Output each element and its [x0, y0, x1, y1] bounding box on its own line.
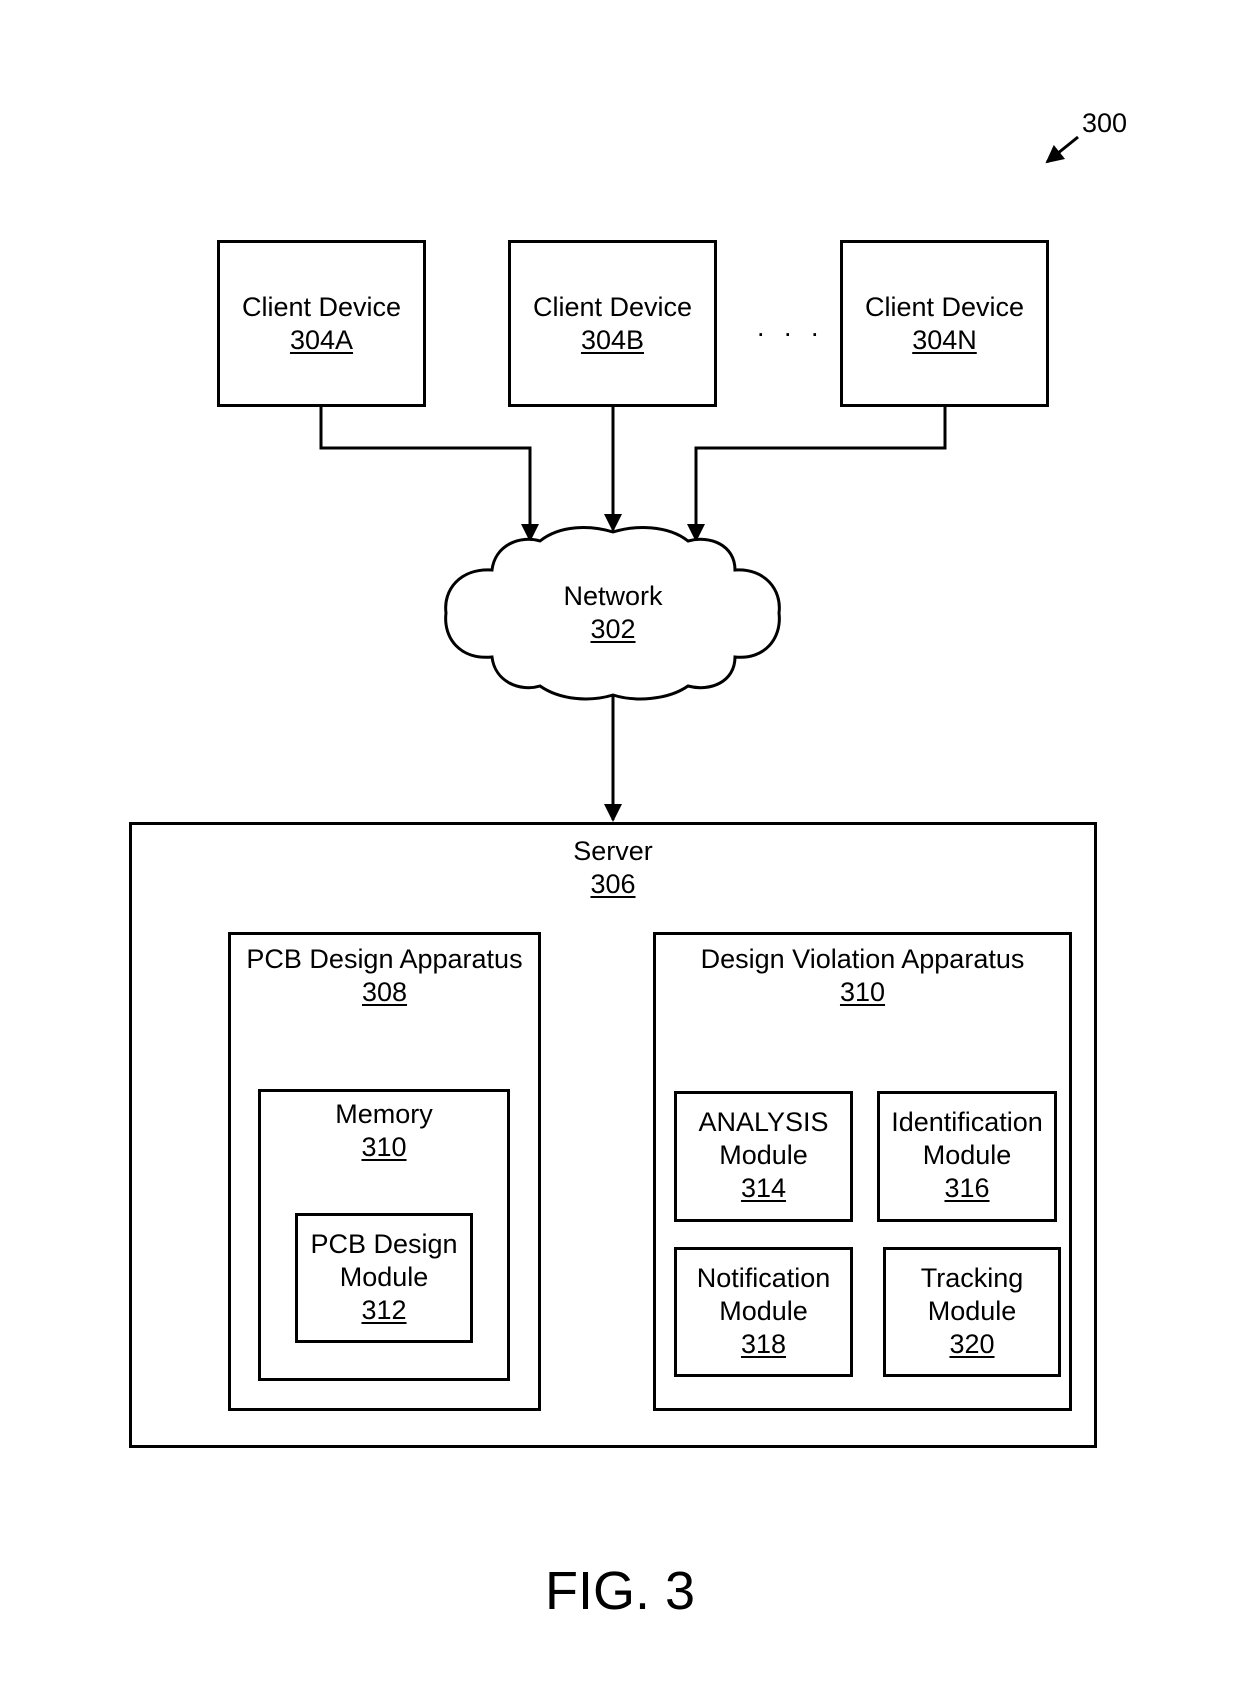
- tracking-module-ref: 320: [949, 1329, 995, 1359]
- memory-ref: 310: [361, 1132, 407, 1162]
- client-device-a: Client Device 304A: [217, 240, 426, 407]
- client-device-b: Client Device 304B: [508, 240, 717, 407]
- client-device-b-title: Client Device: [532, 292, 693, 322]
- tracking-module: Tracking Module 320: [883, 1247, 1061, 1377]
- pcb-design-module-line1: PCB Design: [310, 1229, 458, 1259]
- network-ref: 302: [590, 614, 636, 644]
- server-title: Server: [573, 836, 653, 866]
- client-device-b-ref: 304B: [580, 325, 645, 355]
- ellipsis: . . .: [757, 312, 825, 342]
- connector-client-n-to-network: [687, 406, 947, 542]
- client-device-n: Client Device 304N: [840, 240, 1049, 407]
- client-device-n-title: Client Device: [864, 292, 1025, 322]
- pcb-design-apparatus-title: PCB Design Apparatus: [246, 944, 523, 974]
- pcb-design-apparatus-ref: 308: [361, 977, 408, 1007]
- analysis-module-ref: 314: [740, 1173, 787, 1203]
- design-violation-apparatus-title: Design Violation Apparatus: [700, 944, 1025, 974]
- notification-module-ref: 318: [740, 1329, 787, 1359]
- tracking-module-line2: Module: [927, 1296, 1017, 1326]
- notification-module-line2: Module: [719, 1296, 808, 1326]
- pcb-design-module-ref: 312: [361, 1295, 407, 1325]
- client-device-a-title: Client Device: [241, 292, 402, 322]
- tracking-module-line1: Tracking: [920, 1263, 1024, 1293]
- pcb-design-module-line2: Module: [339, 1262, 429, 1292]
- figure-caption: FIG. 3: [544, 1561, 696, 1621]
- network-title: Network: [563, 581, 663, 611]
- identification-module-line1: Identification: [891, 1107, 1043, 1137]
- identification-module-ref: 316: [944, 1173, 990, 1203]
- network-label: Network 302: [445, 580, 781, 646]
- analysis-module-line2: Module: [719, 1140, 808, 1170]
- analysis-module: ANALYSIS Module 314: [674, 1091, 853, 1222]
- design-violation-apparatus-ref: 310: [839, 977, 886, 1007]
- notification-module-line1: Notification: [696, 1263, 831, 1293]
- analysis-module-line1: ANALYSIS: [698, 1107, 829, 1137]
- pcb-design-module: PCB Design Module 312: [295, 1213, 473, 1343]
- figure-reference-number: 300: [1082, 108, 1128, 138]
- figure-reference-arrow: [1045, 135, 1079, 164]
- client-device-a-ref: 304A: [289, 325, 354, 355]
- connector-client-a-to-network: [319, 406, 539, 542]
- server-ref: 306: [590, 869, 636, 899]
- client-device-n-ref: 304N: [912, 325, 977, 355]
- identification-module-line2: Module: [922, 1140, 1012, 1170]
- memory-title: Memory: [335, 1099, 433, 1129]
- notification-module: Notification Module 318: [674, 1247, 853, 1377]
- identification-module: Identification Module 316: [877, 1091, 1057, 1222]
